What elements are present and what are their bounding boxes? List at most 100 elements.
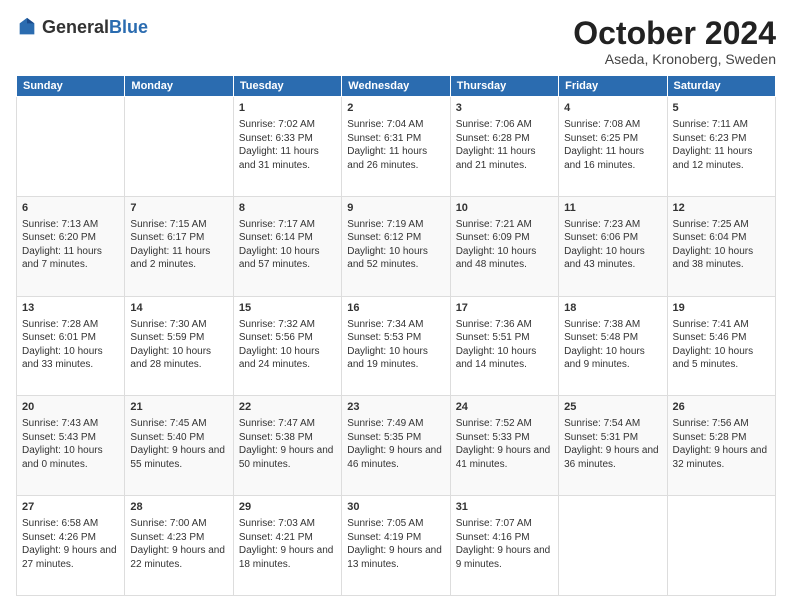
day-content: Sunset: 6:06 PM <box>564 231 661 245</box>
day-content: Sunset: 6:09 PM <box>456 231 553 245</box>
day-content: Sunset: 6:25 PM <box>564 132 661 146</box>
day-number: 8 <box>239 201 336 216</box>
day-number: 16 <box>347 301 444 316</box>
day-content: Sunset: 6:04 PM <box>673 231 770 245</box>
location: Aseda, Kronoberg, Sweden <box>573 51 776 67</box>
day-content: Sunrise: 7:52 AM <box>456 417 553 431</box>
calendar-cell: 23Sunrise: 7:49 AMSunset: 5:35 PMDayligh… <box>342 396 450 496</box>
day-content: Daylight: 11 hours and 31 minutes. <box>239 145 336 172</box>
day-header-saturday: Saturday <box>667 76 775 97</box>
day-content: Sunrise: 7:54 AM <box>564 417 661 431</box>
day-header-tuesday: Tuesday <box>233 76 341 97</box>
day-content: Sunrise: 7:34 AM <box>347 318 444 332</box>
day-content: Sunset: 5:51 PM <box>456 331 553 345</box>
logo-icon <box>16 16 38 38</box>
day-content: Sunset: 5:59 PM <box>130 331 227 345</box>
calendar-cell: 9 Sunrise: 7:19 AMSunset: 6:12 PMDaylight… <box>342 196 450 296</box>
page: GeneralBlue October 2024 Aseda, Kronober… <box>0 0 792 612</box>
day-content: Sunset: 6:31 PM <box>347 132 444 146</box>
day-content: Sunrise: 7:38 AM <box>564 318 661 332</box>
calendar-cell: 21Sunrise: 7:45 AMSunset: 5:40 PMDayligh… <box>125 396 233 496</box>
day-content: Sunset: 6:20 PM <box>22 231 119 245</box>
day-content: Sunrise: 7:00 AM <box>130 517 227 531</box>
day-content: Sunset: 6:17 PM <box>130 231 227 245</box>
calendar-cell: 20Sunrise: 7:43 AMSunset: 5:43 PMDayligh… <box>17 396 125 496</box>
calendar-cell: 6 Sunrise: 7:13 AMSunset: 6:20 PMDaylight… <box>17 196 125 296</box>
day-content: Sunrise: 7:43 AM <box>22 417 119 431</box>
day-content: Sunrise: 7:25 AM <box>673 218 770 232</box>
calendar-cell: 22Sunrise: 7:47 AMSunset: 5:38 PMDayligh… <box>233 396 341 496</box>
day-number: 19 <box>673 301 770 316</box>
day-content: Daylight: 10 hours and 0 minutes. <box>22 444 119 471</box>
day-content: Daylight: 9 hours and 22 minutes. <box>130 544 227 571</box>
day-number: 18 <box>564 301 661 316</box>
calendar-cell: 15Sunrise: 7:32 AMSunset: 5:56 PMDayligh… <box>233 296 341 396</box>
day-content: Daylight: 11 hours and 16 minutes. <box>564 145 661 172</box>
calendar-week-2: 13Sunrise: 7:28 AMSunset: 6:01 PMDayligh… <box>17 296 776 396</box>
calendar-cell <box>667 496 775 596</box>
day-number: 10 <box>456 201 553 216</box>
day-content: Daylight: 9 hours and 46 minutes. <box>347 444 444 471</box>
day-content: Daylight: 10 hours and 48 minutes. <box>456 245 553 272</box>
day-content: Sunrise: 6:58 AM <box>22 517 119 531</box>
day-content: Daylight: 9 hours and 36 minutes. <box>564 444 661 471</box>
day-header-wednesday: Wednesday <box>342 76 450 97</box>
day-content: Daylight: 10 hours and 57 minutes. <box>239 245 336 272</box>
day-content: Sunset: 6:14 PM <box>239 231 336 245</box>
day-content: Sunrise: 7:13 AM <box>22 218 119 232</box>
day-content: Daylight: 10 hours and 33 minutes. <box>22 345 119 372</box>
day-content: Daylight: 10 hours and 5 minutes. <box>673 345 770 372</box>
day-content: Sunrise: 7:41 AM <box>673 318 770 332</box>
day-header-thursday: Thursday <box>450 76 558 97</box>
calendar-cell: 16Sunrise: 7:34 AMSunset: 5:53 PMDayligh… <box>342 296 450 396</box>
calendar-cell: 7Sunrise: 7:15 AMSunset: 6:17 PMDaylight… <box>125 196 233 296</box>
day-number: 4 <box>564 101 661 116</box>
day-content: Sunset: 4:21 PM <box>239 531 336 545</box>
logo-general-text: General <box>42 17 109 37</box>
day-content: Daylight: 10 hours and 14 minutes. <box>456 345 553 372</box>
day-content: Sunset: 5:43 PM <box>22 431 119 445</box>
day-content: Sunset: 6:33 PM <box>239 132 336 146</box>
calendar-cell: 29Sunrise: 7:03 AMSunset: 4:21 PMDayligh… <box>233 496 341 596</box>
day-number: 30 <box>347 500 444 515</box>
day-content: Sunrise: 7:56 AM <box>673 417 770 431</box>
day-content: Sunrise: 7:47 AM <box>239 417 336 431</box>
day-content: Sunrise: 7:19 AM <box>347 218 444 232</box>
day-content: Daylight: 9 hours and 50 minutes. <box>239 444 336 471</box>
calendar-cell: 28Sunrise: 7:00 AMSunset: 4:23 PMDayligh… <box>125 496 233 596</box>
day-content: Sunrise: 7:30 AM <box>130 318 227 332</box>
day-content: Sunset: 6:01 PM <box>22 331 119 345</box>
day-content: Sunset: 5:56 PM <box>239 331 336 345</box>
day-content: Sunrise: 7:36 AM <box>456 318 553 332</box>
calendar-cell: 30Sunrise: 7:05 AMSunset: 4:19 PMDayligh… <box>342 496 450 596</box>
day-content: Sunrise: 7:28 AM <box>22 318 119 332</box>
day-content: Daylight: 11 hours and 21 minutes. <box>456 145 553 172</box>
calendar-cell: 31Sunrise: 7:07 AMSunset: 4:16 PMDayligh… <box>450 496 558 596</box>
calendar-cell: 18Sunrise: 7:38 AMSunset: 5:48 PMDayligh… <box>559 296 667 396</box>
day-content: Daylight: 11 hours and 7 minutes. <box>22 245 119 272</box>
calendar-cell: 27Sunrise: 6:58 AMSunset: 4:26 PMDayligh… <box>17 496 125 596</box>
day-content: Sunrise: 7:49 AM <box>347 417 444 431</box>
day-content: Sunrise: 7:06 AM <box>456 118 553 132</box>
day-content: Sunrise: 7:15 AM <box>130 218 227 232</box>
day-content: Sunset: 5:48 PM <box>564 331 661 345</box>
calendar-cell: 4Sunrise: 7:08 AMSunset: 6:25 PMDaylight… <box>559 97 667 197</box>
calendar-week-4: 27Sunrise: 6:58 AMSunset: 4:26 PMDayligh… <box>17 496 776 596</box>
day-content: Sunrise: 7:11 AM <box>673 118 770 132</box>
day-content: Sunset: 6:23 PM <box>673 132 770 146</box>
calendar-week-0: 1Sunrise: 7:02 AMSunset: 6:33 PMDaylight… <box>17 97 776 197</box>
day-content: Sunset: 5:46 PM <box>673 331 770 345</box>
day-number: 9 <box>347 201 444 216</box>
day-number: 26 <box>673 400 770 415</box>
day-content: Sunrise: 7:21 AM <box>456 218 553 232</box>
day-number: 24 <box>456 400 553 415</box>
day-content: Sunset: 6:12 PM <box>347 231 444 245</box>
day-content: Daylight: 10 hours and 43 minutes. <box>564 245 661 272</box>
calendar-week-1: 6Sunrise: 7:13 AMSunset: 6:20 PMDaylight… <box>17 196 776 296</box>
day-content: Sunset: 4:26 PM <box>22 531 119 545</box>
day-content: Daylight: 10 hours and 52 minutes. <box>347 245 444 272</box>
day-number: 31 <box>456 500 553 515</box>
day-number: 7 <box>130 201 227 216</box>
day-number: 6 <box>22 201 119 216</box>
calendar-cell: 24Sunrise: 7:52 AMSunset: 5:33 PMDayligh… <box>450 396 558 496</box>
